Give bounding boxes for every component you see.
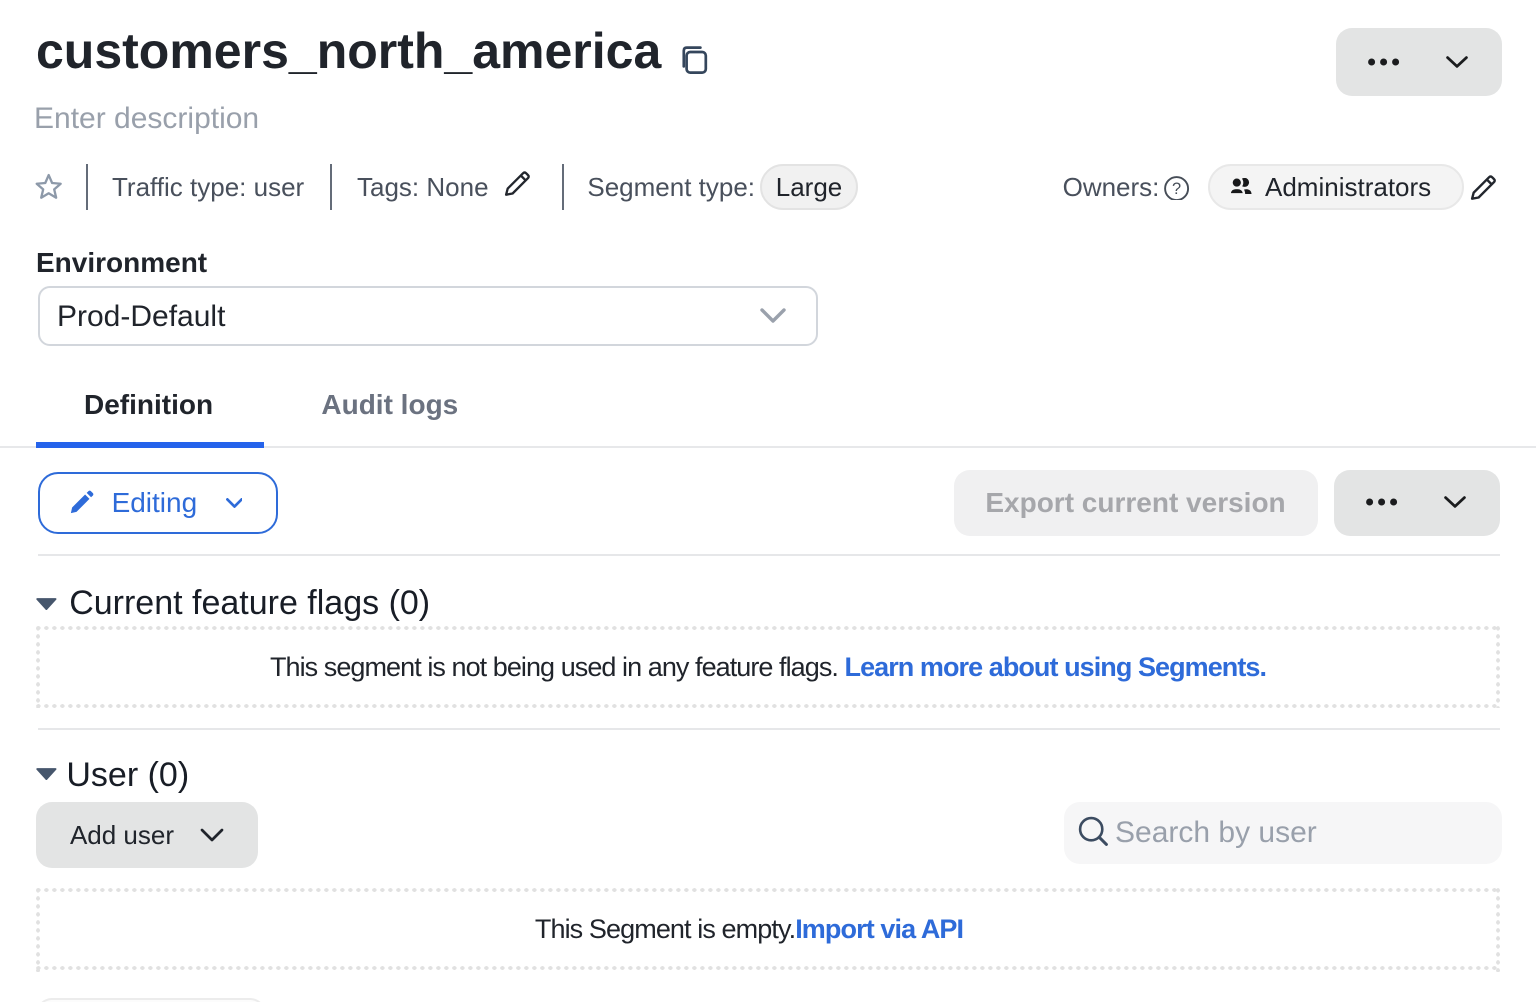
svg-text:?: ? — [1172, 179, 1181, 197]
